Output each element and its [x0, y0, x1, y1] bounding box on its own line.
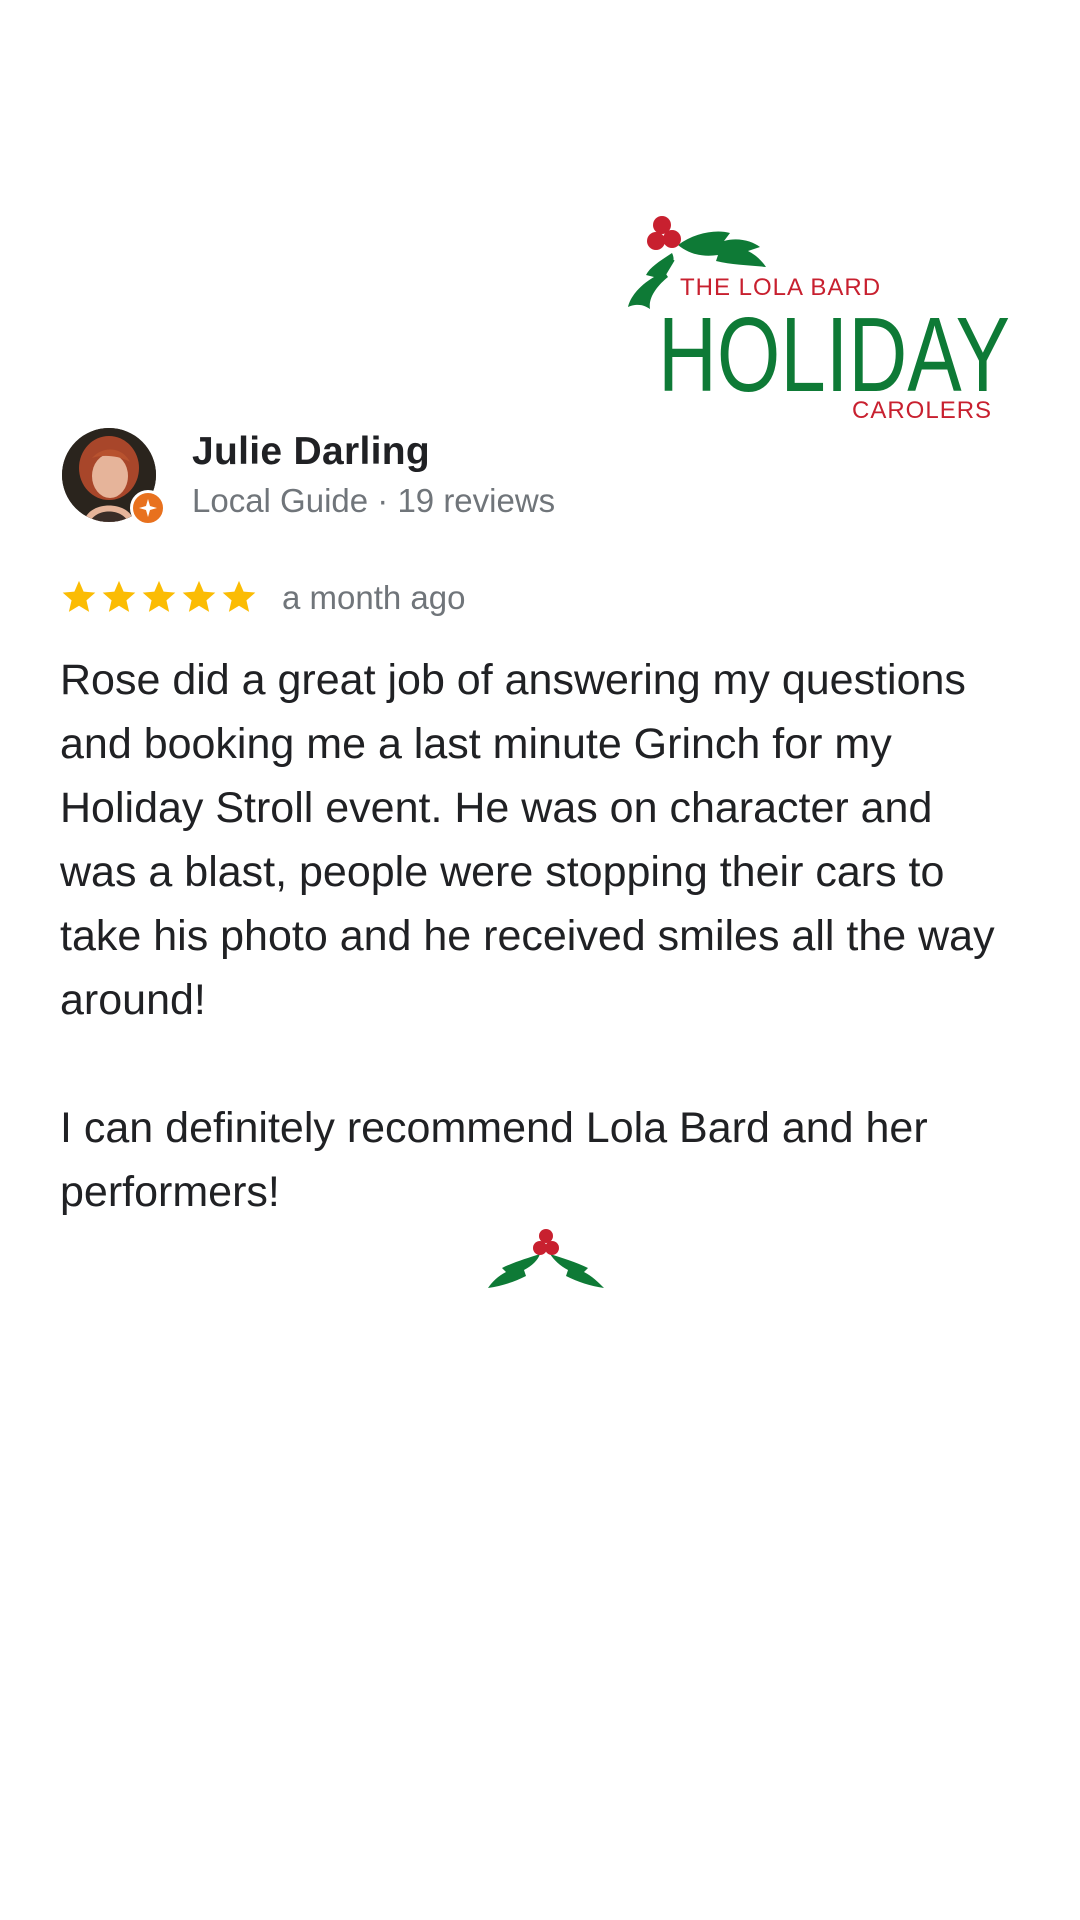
local-guide-star-icon [130, 490, 166, 526]
reviewer-name[interactable]: Julie Darling [192, 430, 430, 474]
star-icon [182, 580, 216, 612]
company-logo: THE LOLA BARD HOLIDAY CAROLERS [620, 215, 1020, 425]
review-paragraph: Rose did a great job of answering my que… [60, 656, 995, 1024]
holly-leaf-right [678, 231, 766, 267]
reviewer-header: Julie Darling Local Guide · 19 reviews [62, 428, 962, 528]
star-icon [102, 580, 136, 612]
review-body: Rose did a great job of answering my que… [60, 648, 1020, 1224]
star-icon [62, 580, 96, 612]
review-time: a month ago [282, 579, 466, 616]
holly-decoration-icon [484, 1222, 608, 1292]
logo-line3: CAROLERS [852, 397, 992, 424]
avatar-container[interactable] [62, 428, 166, 526]
star-icon [222, 580, 256, 612]
star-rating [60, 578, 258, 616]
berry [647, 232, 665, 250]
review-paragraph: I can definitely recommend Lola Bard and… [60, 1104, 928, 1216]
reviewer-meta[interactable]: Local Guide · 19 reviews [192, 482, 555, 520]
rating-row: a month ago [60, 574, 960, 620]
star-icon [142, 580, 176, 612]
berry [663, 230, 681, 248]
